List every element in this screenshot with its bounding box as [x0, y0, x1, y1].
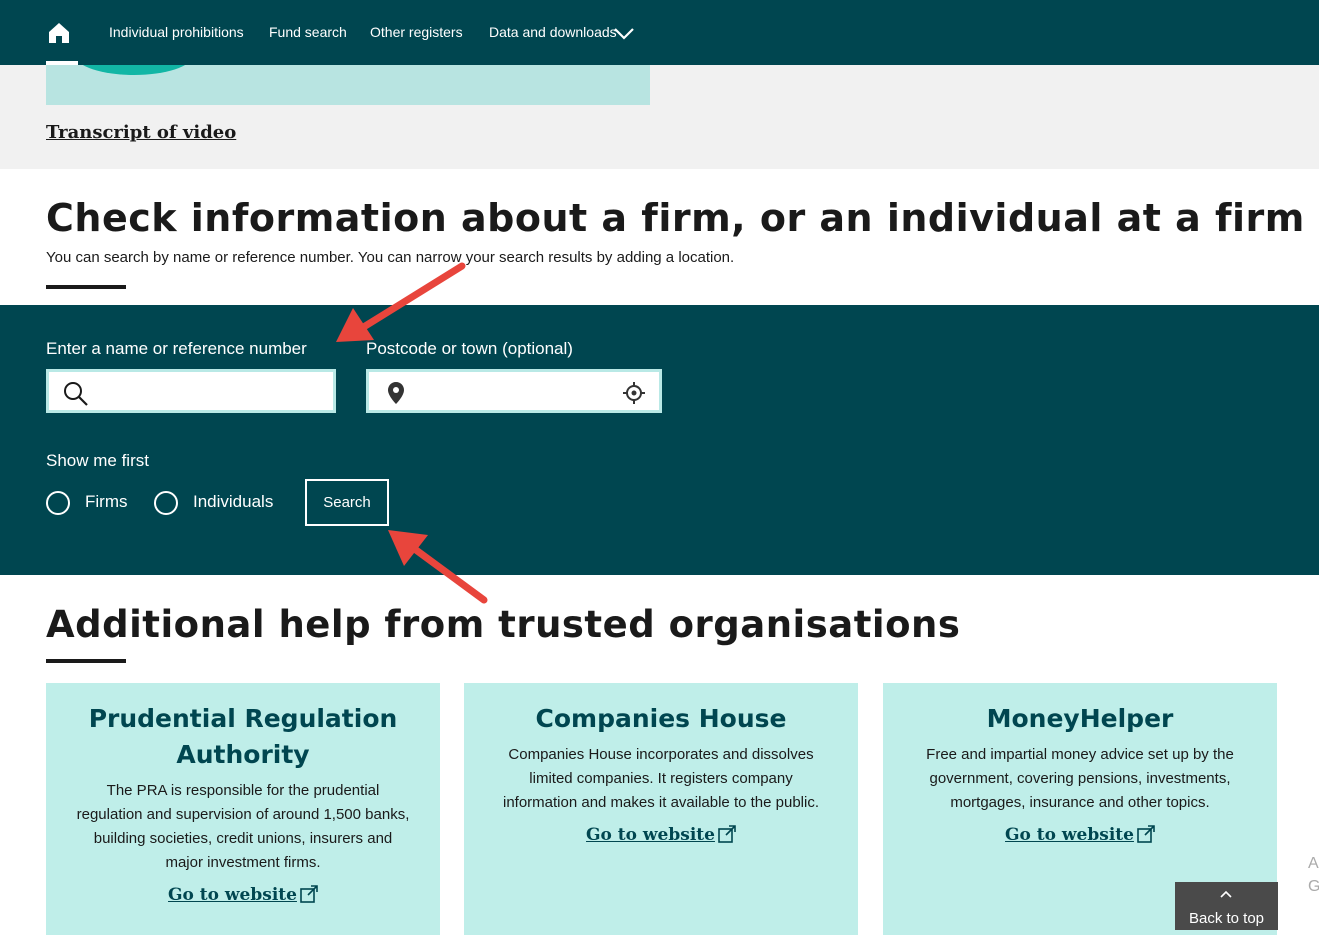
nav-fund-search[interactable]: Fund search [269, 24, 347, 40]
show-first-label: Show me first [46, 451, 149, 470]
location-search-box[interactable] [366, 369, 662, 413]
page-title: Check information about a firm, or an in… [46, 196, 1305, 240]
card-title: MoneyHelper [986, 704, 1174, 733]
location-search-input[interactable] [413, 372, 617, 412]
external-link-icon [718, 825, 736, 843]
home-icon [49, 23, 69, 43]
card-description: The PRA is responsible for the prudentia… [76, 782, 410, 871]
external-link-icon [300, 885, 318, 903]
heading-rule [46, 285, 126, 289]
name-search-box[interactable] [46, 369, 336, 413]
intro-text: You can search by name or reference numb… [46, 249, 735, 266]
radio-firms-label: Firms [85, 492, 128, 511]
card-title: Prudential Regulation Authority [88, 704, 398, 769]
active-indicator [46, 61, 78, 65]
current-location-icon[interactable] [623, 382, 645, 404]
radio-individuals[interactable]: Individuals [154, 491, 289, 517]
clipped-text: A [1308, 855, 1319, 872]
card-description: Companies House incorporates and dissolv… [502, 746, 819, 811]
search-panel: Enter a name or reference number Postcod… [0, 305, 1319, 575]
top-navigation: Individual prohibitions Fund search Othe… [0, 0, 1319, 65]
radio-firms[interactable]: Firms [46, 491, 136, 517]
link-text: Go to website [586, 825, 715, 845]
search-icon [64, 382, 88, 406]
card-description: Free and impartial money advice set up b… [926, 746, 1234, 811]
card-companies-house: Companies House Companies House incorpor… [464, 683, 858, 935]
card-prudential-regulation-authority: Prudential Regulation Authority The PRA … [46, 683, 440, 935]
video-illustration [76, 65, 192, 75]
link-text: Go to website [168, 885, 297, 905]
heading-rule [46, 659, 126, 663]
transcript-link[interactable]: Transcript of video [46, 122, 236, 143]
name-field-label: Enter a name or reference number [46, 339, 307, 358]
chevron-down-icon[interactable] [614, 28, 634, 40]
video-player[interactable] [46, 65, 650, 105]
name-search-input[interactable] [93, 372, 297, 412]
chevron-up-icon [1220, 890, 1232, 898]
radio-button-icon[interactable] [46, 491, 70, 515]
video-section: Transcript of video [0, 65, 1319, 169]
location-pin-icon [388, 382, 404, 404]
back-to-top-button[interactable]: Back to top [1175, 882, 1278, 930]
card-title: Companies House [535, 704, 787, 733]
nav-individual-prohibitions[interactable]: Individual prohibitions [109, 24, 244, 40]
home-link[interactable] [46, 0, 78, 65]
radio-button-icon[interactable] [154, 491, 178, 515]
search-button[interactable]: Search [305, 479, 389, 526]
external-link-icon [1137, 825, 1155, 843]
go-to-website-link[interactable]: Go to website [168, 885, 318, 905]
go-to-website-link[interactable]: Go to website [1005, 825, 1155, 845]
radio-individuals-label: Individuals [193, 492, 274, 511]
link-text: Go to website [1005, 825, 1134, 845]
go-to-website-link[interactable]: Go to website [586, 825, 736, 845]
back-to-top-label: Back to top [1188, 910, 1265, 927]
nav-other-registers[interactable]: Other registers [370, 24, 463, 40]
clipped-text: G [1308, 878, 1319, 895]
location-field-label: Postcode or town (optional) [366, 339, 573, 358]
help-section-title: Additional help from trusted organisatio… [46, 603, 961, 646]
nav-data-and-downloads[interactable]: Data and downloads [489, 24, 617, 40]
